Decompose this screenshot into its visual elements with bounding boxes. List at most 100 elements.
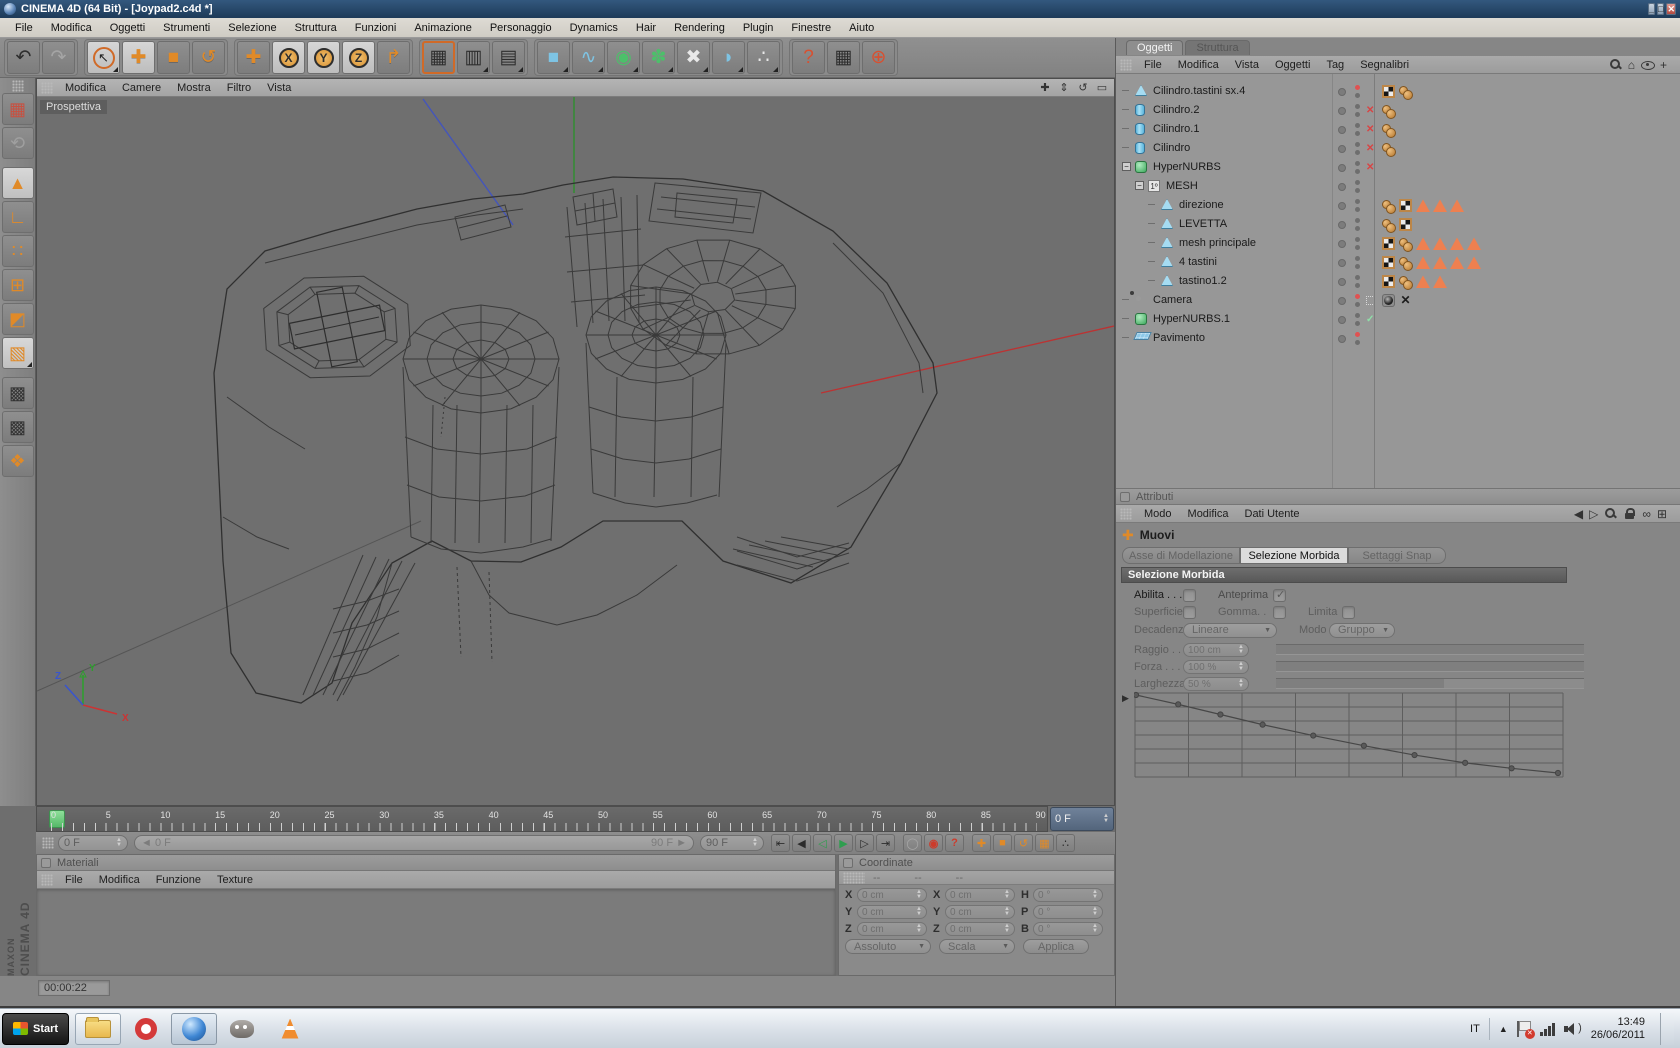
link-icon[interactable]: ∞ xyxy=(1642,508,1651,520)
eye-icon[interactable] xyxy=(1641,58,1654,71)
texture-axis-mode-button[interactable]: ▩ xyxy=(2,411,34,443)
editor-visibility-dot[interactable] xyxy=(1355,313,1360,318)
tri-tag[interactable] xyxy=(1416,199,1430,212)
record-active-objects-button[interactable]: ◯ xyxy=(903,834,922,852)
tri-tag[interactable] xyxy=(1467,237,1481,250)
expander-icon[interactable]: − xyxy=(1122,162,1131,171)
tree-row-pavimento[interactable]: Pavimento xyxy=(1116,329,1680,348)
raggio-slider[interactable] xyxy=(1276,644,1584,655)
object-axis-mode-button[interactable]: ∟ xyxy=(2,201,34,233)
layer-dot[interactable] xyxy=(1338,316,1346,324)
volume-icon[interactable]: ) xyxy=(1564,1022,1582,1036)
spinner-icon[interactable]: ▲▼ xyxy=(1092,924,1098,934)
timeline-range-slider[interactable]: ◄ 0 F 90 F ► xyxy=(134,835,694,851)
lock-z-axis-button[interactable]: Z xyxy=(342,41,375,74)
layer-dot[interactable] xyxy=(1338,202,1346,210)
model-mode-button[interactable]: ▲ xyxy=(2,167,34,199)
lock-y-axis-button[interactable]: Y xyxy=(307,41,340,74)
render-to-picture-viewer-button[interactable]: ▥ xyxy=(457,41,490,74)
render-visibility-dot[interactable] xyxy=(1355,93,1360,98)
tree-row-levetta[interactable]: LEVETTA xyxy=(1116,215,1680,234)
texture-tag[interactable] xyxy=(1382,275,1395,288)
render-visibility-dot[interactable] xyxy=(1355,321,1360,326)
coordinate-field-h-0[interactable]: 0 °▲▼ xyxy=(1033,888,1103,902)
minimize-button[interactable]: _ xyxy=(1648,3,1655,15)
menu-item-funzione[interactable]: Funzione xyxy=(148,874,209,886)
coordinate-field-x-0[interactable]: 0 cm▲▼ xyxy=(857,888,927,902)
menu-item-file[interactable]: File xyxy=(57,874,91,886)
make-editable-button[interactable]: ⟲ xyxy=(2,127,34,159)
undo-button[interactable]: ↶ xyxy=(7,41,40,74)
palette-grip[interactable] xyxy=(12,80,24,92)
spinner-icon[interactable]: ▲▼ xyxy=(1004,890,1010,900)
larghezza-field[interactable]: 50 % ▲▼ xyxy=(1183,677,1249,691)
current-frame-field[interactable]: 0 F ▲▼ xyxy=(1050,807,1114,831)
spline-pen-button[interactable]: ∿ xyxy=(572,41,605,74)
menu-item-oggetti[interactable]: Oggetti xyxy=(1267,59,1318,71)
spinner-icon[interactable]: ▲▼ xyxy=(916,924,922,934)
tri-tag[interactable] xyxy=(1433,237,1447,250)
help-button[interactable]: ? xyxy=(792,41,825,74)
tri-tag[interactable] xyxy=(1416,237,1430,250)
tri-tag[interactable] xyxy=(1416,256,1430,269)
editor-visibility-dot[interactable] xyxy=(1355,180,1360,185)
texture-tag[interactable] xyxy=(1382,85,1395,98)
menu-item-oggetti[interactable]: Oggetti xyxy=(101,22,154,34)
coordinate-field-p-1[interactable]: 0 °▲▼ xyxy=(1033,905,1103,919)
editor-visibility-dot[interactable] xyxy=(1355,275,1360,280)
decadenza-dropdown[interactable]: Lineare xyxy=(1183,623,1277,638)
attributes-panel-checkbox[interactable] xyxy=(1120,492,1130,502)
play-forward-button[interactable]: ▶ xyxy=(834,834,853,852)
clock[interactable]: 13:49 26/06/2011 xyxy=(1591,1016,1645,1042)
goto-start-button[interactable]: ⇤ xyxy=(771,834,790,852)
editor-visibility-dot[interactable] xyxy=(1355,142,1360,147)
zoom-view-icon[interactable]: ⇕ xyxy=(1056,81,1072,95)
move-global-button[interactable]: ✚ xyxy=(237,41,270,74)
spinner-icon[interactable]: ▲▼ xyxy=(1092,907,1098,917)
render-visibility-dot[interactable] xyxy=(1355,188,1360,193)
expander-icon[interactable]: − xyxy=(1135,181,1144,190)
render-visibility-dot[interactable] xyxy=(1355,169,1360,174)
transport-grip[interactable] xyxy=(42,837,54,849)
menu-item-modifica[interactable]: Modifica xyxy=(57,82,114,94)
menu-item-aiuto[interactable]: Aiuto xyxy=(840,22,883,34)
history-forward-icon[interactable]: ▷ xyxy=(1589,508,1598,520)
texture-tag[interactable] xyxy=(1399,218,1412,231)
close-button[interactable]: ✕ xyxy=(1666,3,1676,15)
move-tool-button[interactable]: ✚ xyxy=(122,41,155,74)
editor-visibility-dot[interactable] xyxy=(1355,85,1360,90)
tweak-mode-button[interactable]: ▧ xyxy=(2,337,34,369)
menu-item-texture[interactable]: Texture xyxy=(209,874,261,886)
texture-tag[interactable] xyxy=(1382,237,1395,250)
editor-visibility-dot[interactable] xyxy=(1355,294,1360,299)
scale-tool-button[interactable]: ■ xyxy=(157,41,190,74)
show-desktop-button[interactable] xyxy=(1660,1013,1674,1045)
coordinate-system-button[interactable]: ↱ xyxy=(377,41,410,74)
start-button[interactable]: Start xyxy=(2,1013,69,1045)
menu-item-dati-utente[interactable]: Dati Utente xyxy=(1237,508,1308,520)
autokeying-button[interactable]: ◉ xyxy=(924,834,943,852)
tree-row-mesh[interactable]: −1ºMESH xyxy=(1116,177,1680,196)
tree-row-4-tastini[interactable]: 4 tastini xyxy=(1116,253,1680,272)
play-backward-button[interactable]: ◁ xyxy=(813,834,832,852)
layout-button[interactable]: ▦ xyxy=(2,93,34,125)
points-mode-button[interactable]: ∷ xyxy=(2,235,34,267)
menu-item-modifica[interactable]: Modifica xyxy=(1180,508,1237,520)
editor-visibility-dot[interactable] xyxy=(1355,199,1360,204)
symmetry-button[interactable]: ✖ xyxy=(677,41,710,74)
menu-item-modifica[interactable]: Modifica xyxy=(91,874,148,886)
record-pla-button[interactable]: ∴ xyxy=(1056,834,1075,852)
menu-item-segnalibri[interactable]: Segnalibri xyxy=(1352,59,1417,71)
layer-dot[interactable] xyxy=(1338,259,1346,267)
layer-dot[interactable] xyxy=(1338,240,1346,248)
menu-item-struttura[interactable]: Struttura xyxy=(286,22,346,34)
lock-icon[interactable] xyxy=(1623,507,1636,520)
object-manager-grip[interactable] xyxy=(1120,59,1132,71)
editor-visibility-dot[interactable] xyxy=(1355,123,1360,128)
limita-checkbox[interactable] xyxy=(1342,606,1355,619)
timeline-ruler[interactable]: 051015202530354045505560657075808590 xyxy=(36,806,1048,832)
editor-visibility-dot[interactable] xyxy=(1355,256,1360,261)
menu-item-selezione[interactable]: Selezione xyxy=(219,22,285,34)
menu-item-filtro[interactable]: Filtro xyxy=(219,82,259,94)
apply-button[interactable]: Applica xyxy=(1023,939,1089,954)
